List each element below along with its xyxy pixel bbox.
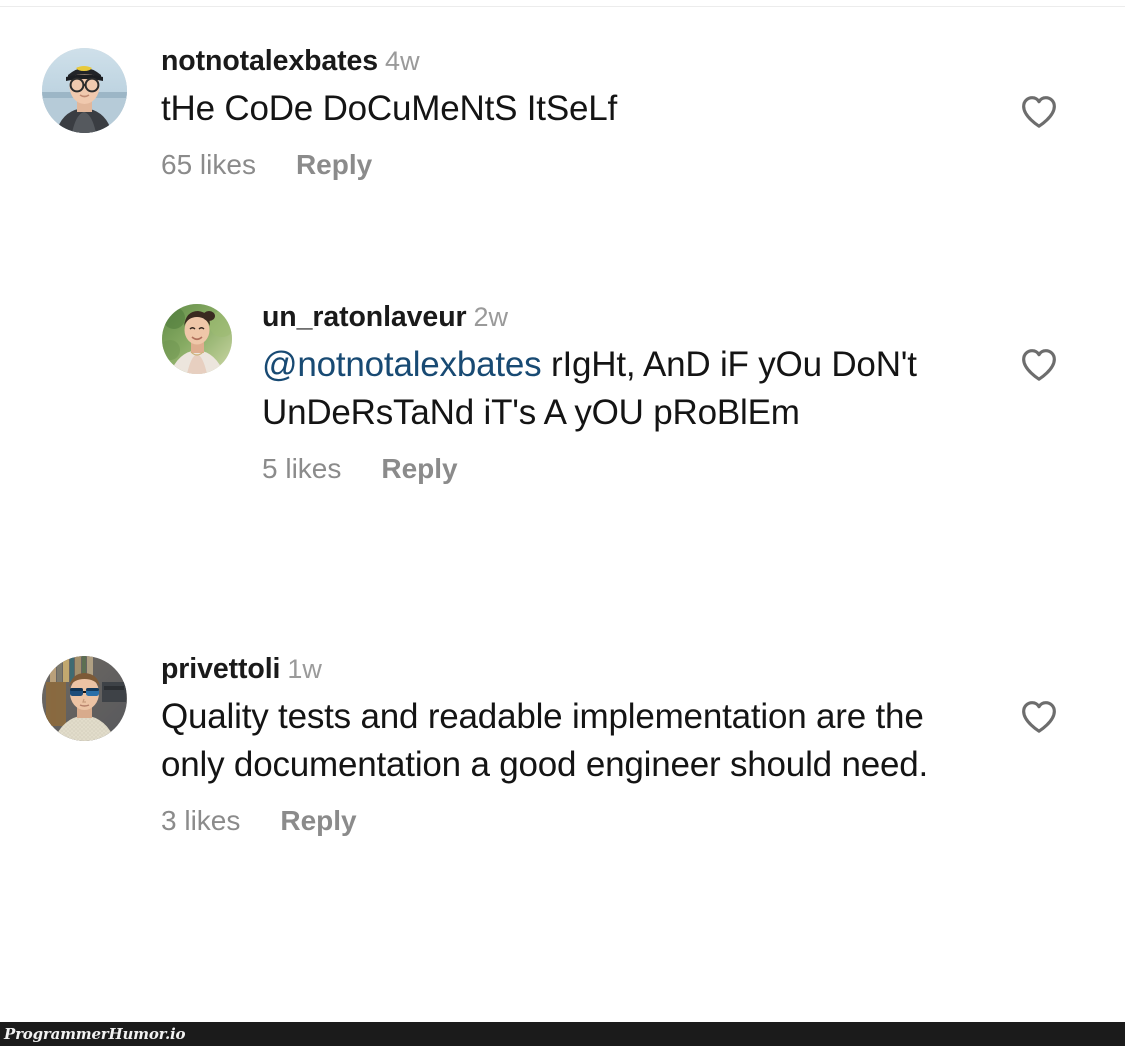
heart-outline-icon[interactable]: [1019, 92, 1059, 132]
comment-item: notnotalexbates 4w tHe CoDe DoCuMeNtS ItS…: [0, 44, 1125, 181]
watermark-label: ProgrammerHumor.io: [4, 1025, 186, 1043]
top-divider: [0, 6, 1125, 7]
comment-body: privettoli 1w Quality tests and readable …: [127, 652, 1125, 837]
comment-text: Quality tests and readable implementatio…: [161, 696, 929, 784]
comment-username[interactable]: notnotalexbates: [161, 45, 378, 77]
avatar-image-notnotalexbates: [42, 48, 127, 133]
avatar[interactable]: [42, 48, 127, 133]
comment-actions: 65 likes Reply: [161, 149, 975, 181]
heart-outline-icon[interactable]: [1019, 697, 1059, 737]
comment-thread-screen: notnotalexbates 4w tHe CoDe DoCuMeNtS ItS…: [0, 0, 1125, 1046]
comment-item: un_ratonlaveur 2w @notnotalexbates rIgHt,…: [0, 300, 1125, 485]
avatar[interactable]: [162, 304, 232, 374]
comment-text: @notnotalexbates rIgHt, AnD iF yOu DoN't…: [262, 341, 945, 438]
heart-outline-icon[interactable]: [1019, 345, 1059, 385]
comment-timestamp: 1w: [287, 654, 322, 684]
reply-button[interactable]: Reply: [296, 149, 372, 181]
mention-link[interactable]: @notnotalexbates: [262, 345, 542, 384]
avatar-image-privettoli: [42, 656, 127, 741]
comment-actions: 5 likes Reply: [262, 453, 945, 485]
comment-header: notnotalexbates 4w: [161, 44, 975, 79]
comment-header: un_ratonlaveur 2w: [262, 300, 945, 335]
comment-actions: 3 likes Reply: [161, 805, 975, 837]
likes-count[interactable]: 3 likes: [161, 805, 240, 837]
likes-count[interactable]: 5 likes: [262, 453, 341, 485]
comment-body: un_ratonlaveur 2w @notnotalexbates rIgHt,…: [232, 300, 1125, 485]
comment-header: privettoli 1w: [161, 652, 975, 687]
likes-count[interactable]: 65 likes: [161, 149, 256, 181]
watermark-bar: ProgrammerHumor.io: [0, 1022, 1125, 1046]
comment-timestamp: 2w: [473, 302, 509, 332]
avatar-image-un-ratonlaveur: [162, 304, 232, 374]
reply-button[interactable]: Reply: [381, 453, 457, 485]
comment-body: notnotalexbates 4w tHe CoDe DoCuMeNtS ItS…: [127, 44, 1125, 181]
comment-item: privettoli 1w Quality tests and readable …: [0, 652, 1125, 837]
comment-username[interactable]: privettoli: [161, 653, 280, 685]
comment-timestamp: 4w: [385, 46, 420, 76]
avatar[interactable]: [42, 656, 127, 741]
comment-username[interactable]: un_ratonlaveur: [262, 301, 467, 333]
comment-text: tHe CoDe DoCuMeNtS ItSeLf: [161, 88, 618, 128]
reply-button[interactable]: Reply: [280, 805, 356, 837]
